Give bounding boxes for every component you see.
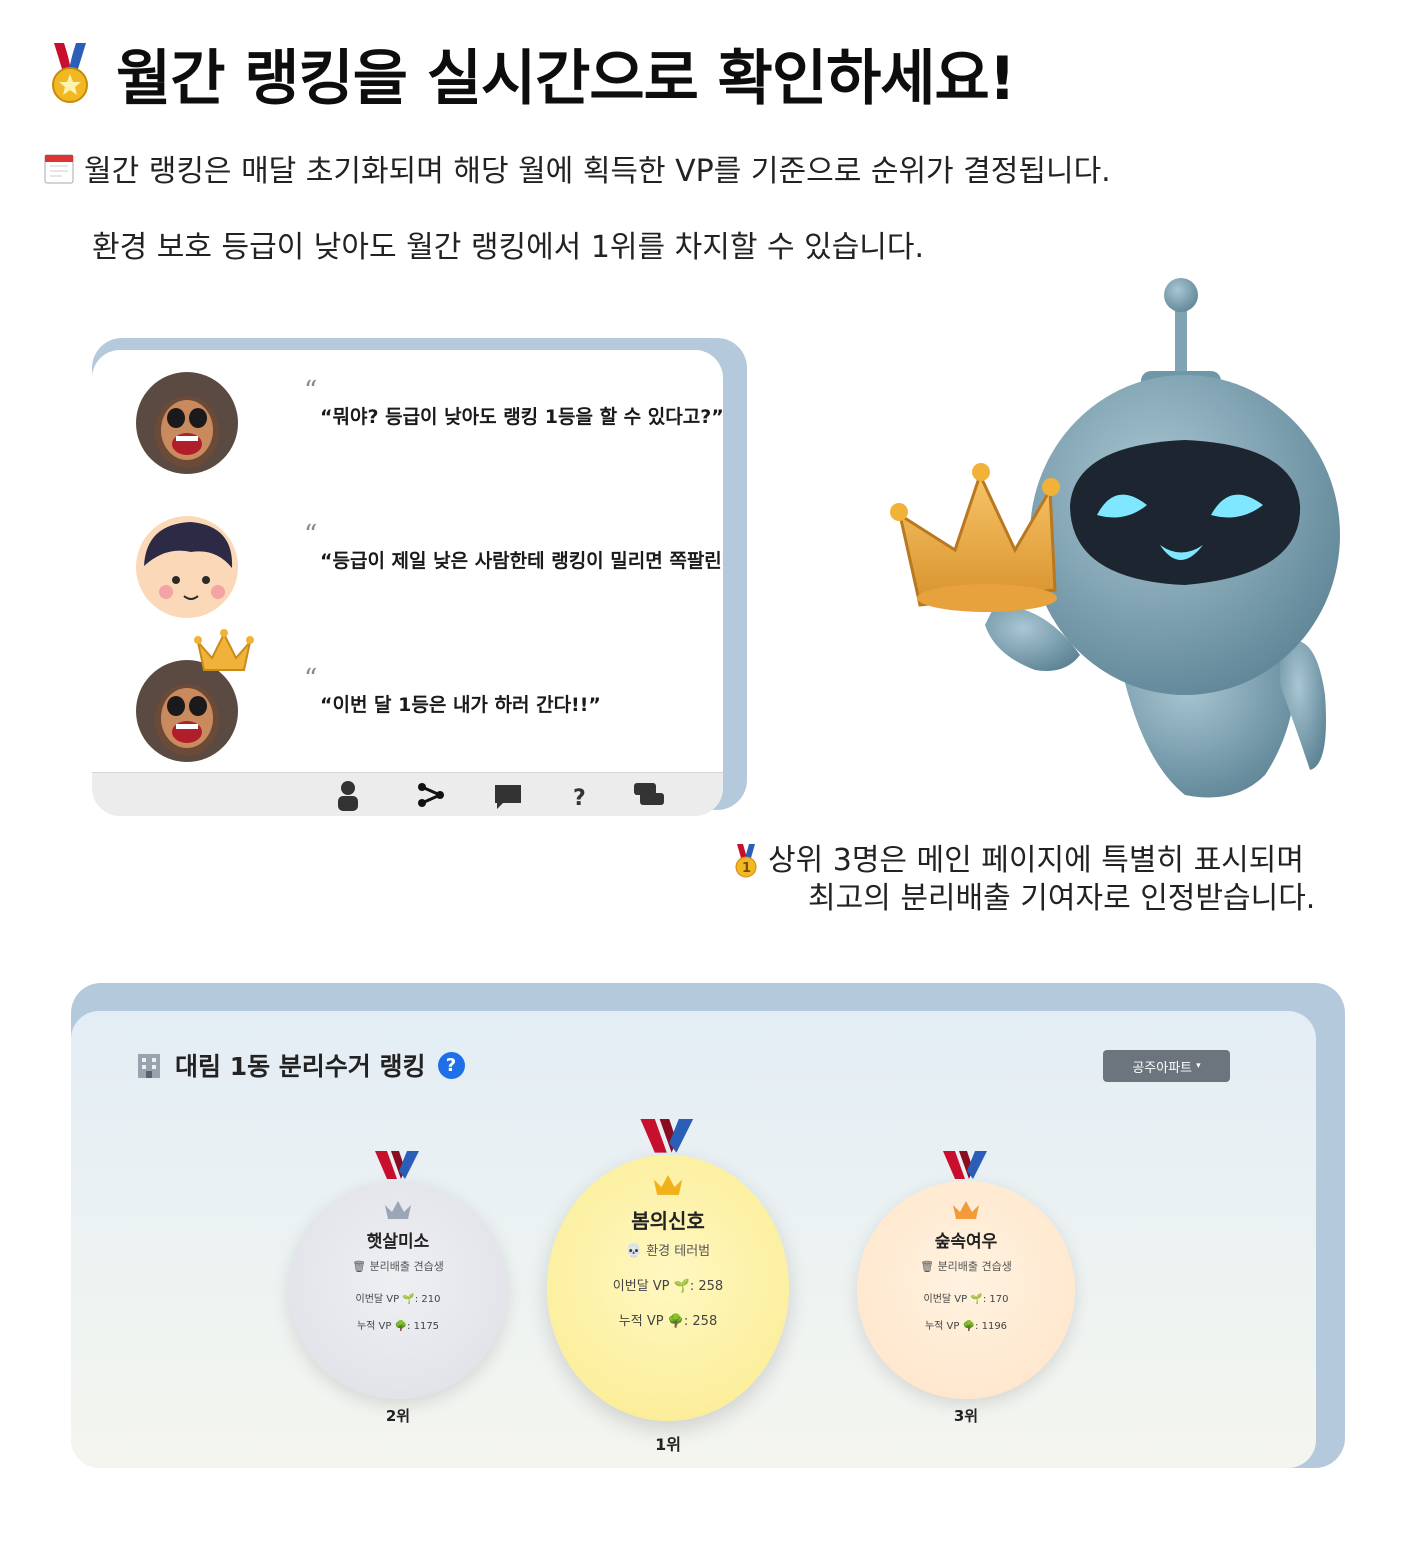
ribbon-icon [375,1151,419,1179]
messages-icon[interactable] [632,779,666,811]
rank-label: 1위 [655,1435,681,1454]
chat-message: “ “뭐야? 등급이 낮아도 랭킹 1등을 할 수 있다고?” [136,372,723,482]
ranking-title: 대림 1동 분리수거 랭킹 [175,1052,426,1081]
total-vp-label: 누적 VP [924,1321,960,1332]
hooded-avatar-icon [136,660,238,762]
user-title: 🗑 분리배출 견습생 [920,1260,1012,1273]
month-vp-value: 258 [698,1279,724,1294]
ribbon-icon [943,1151,987,1179]
first-place-medal-icon: 1 [735,844,757,878]
top3-note: 1 상위 3명은 메인 페이지에 특별히 표시되며 최고의 분리배출 기여자로 … [734,842,1315,918]
top3-note-line-1: 상위 3명은 메인 페이지에 특별히 표시되며 [768,843,1304,878]
crown-icon [194,629,254,671]
chat-message: “ “이번 달 1등은 내가 하러 간다!!” [136,629,716,770]
podium-first[interactable]: 봄의신호 💀 환경 테러범 이번달 VP 🌱: 258 누적 VP 🌳: 258… [547,1119,789,1459]
help-button[interactable]: ? [437,1051,465,1079]
avatar [136,372,238,474]
page-title-row: 월간 랭킹을 실시간으로 확인하세요! [48,30,1016,117]
quote-mark: “ [304,664,318,694]
ranking-header: 대림 1동 분리수거 랭킹 ? [135,1047,465,1083]
apartment-select[interactable]: 공주아파트 ▾ [1103,1050,1230,1082]
user-name: 햇살미소 [366,1232,430,1252]
chat-quote: “이번 달 1등은 내가 하러 간다!!” [320,694,601,716]
calendar-icon [44,154,74,184]
bronze-crown-icon [953,1201,979,1219]
user-name: 봄의신호 [631,1209,705,1233]
chat-quote: “뭐야? 등급이 낮아도 랭킹 1등을 할 수 있다고?” [320,406,723,428]
page-title: 월간 랭킹을 실시간으로 확인하세요! [116,44,1016,114]
svg-text:1: 1 [742,861,751,876]
podium-circle: 봄의신호 💀 환경 테러범 이번달 VP 🌱: 258 누적 VP 🌳: 258 [547,1155,789,1421]
podium-circle: 햇살미소 🗑 분리배출 견습생 이번달 VP 🌱: 210 누적 VP 🌳: 1… [289,1181,507,1399]
building-icon [138,1054,160,1078]
total-vp-label: 누적 VP [356,1321,392,1332]
ranking-panel: 대림 1동 분리수거 랭킹 ? 공주아파트 ▾ 햇살미소 🗑 분리배출 견습생 … [71,1011,1316,1468]
apartment-select-value: 공주아파트 [1132,1060,1193,1076]
medal-icon [52,42,88,103]
user-title: 🗑 분리배출 견습생 [352,1260,444,1273]
rank-label: 2위 [385,1407,411,1425]
chat-icon[interactable] [491,779,525,811]
month-vp: 이번달 VP 🌱: 210 [355,1294,441,1305]
chat-toolbar: ? [92,772,723,816]
silver-crown-icon [385,1201,411,1219]
caret-down-icon: ▾ [1196,1061,1201,1071]
quote-mark: “ [304,520,318,550]
ribbon-icon [640,1119,694,1153]
month-vp-label: 이번달 VP [612,1279,670,1294]
total-vp: 누적 VP 🌳: 258 [618,1314,718,1329]
podium-circle: 숲속여우 🗑 분리배출 견습생 이번달 VP 🌱: 170 누적 VP 🌳: 1… [857,1181,1075,1399]
robot-mascot-illustration [890,278,1340,798]
total-vp: 누적 VP 🌳: 1196 [924,1321,1008,1332]
person-icon[interactable] [331,779,365,811]
month-vp-label: 이번달 VP [923,1294,968,1305]
rank-label: 3위 [953,1407,979,1425]
gold-crown-icon [653,1175,683,1195]
avatar [136,660,238,762]
boy-avatar-icon [136,516,238,618]
question-icon[interactable]: ? [562,779,596,811]
intro-text-1: 월간 랭킹은 매달 초기화되며 해당 월에 획득한 VP를 기준으로 순위가 결… [84,154,1111,189]
user-name: 숲속여우 [934,1232,998,1252]
quote-mark: “ [304,376,318,406]
month-vp: 이번달 VP 🌱: 170 [923,1294,1009,1305]
month-vp-value: 170 [989,1294,1009,1305]
share-icon[interactable] [414,779,448,811]
user-title-text: 분리배출 견습생 [369,1260,444,1273]
chat-message: “ “등급이 제일 낮은 사람한테 랭킹이 밀리면 쪽팔린데..” [136,516,723,626]
chat-card: “ “뭐야? 등급이 낮아도 랭킹 1등을 할 수 있다고?” “ “등급이 제… [92,350,723,816]
user-title-text: 분리배출 견습생 [937,1260,1012,1273]
chat-quote: “등급이 제일 낮은 사람한테 랭킹이 밀리면 쪽팔린데..” [320,550,723,572]
top3-note-line-2: 최고의 분리배출 기여자로 인정받습니다. [808,881,1316,916]
total-vp-value: 1196 [981,1321,1008,1332]
intro-text-2: 환경 보호 등급이 낮아도 월간 랭킹에서 1위를 차지할 수 있습니다. [92,230,925,265]
intro-line-1: 월간 랭킹은 매달 초기화되며 해당 월에 획득한 VP를 기준으로 순위가 결… [44,146,1111,190]
svg-text:?: ? [573,786,586,811]
month-vp-value: 210 [421,1294,441,1305]
total-vp-value: 258 [692,1314,718,1329]
user-title: 💀 환경 테러범 [625,1244,711,1259]
avatar [136,516,238,618]
month-vp-label: 이번달 VP [355,1294,400,1305]
user-title-text: 환경 테러범 [646,1244,711,1259]
month-vp: 이번달 VP 🌱: 258 [612,1279,724,1294]
podium-second[interactable]: 햇살미소 🗑 분리배출 견습생 이번달 VP 🌱: 210 누적 VP 🌳: 1… [289,1151,507,1431]
total-vp-label: 누적 VP [618,1314,664,1329]
total-vp: 누적 VP 🌳: 1175 [356,1321,440,1332]
hooded-avatar-icon [136,372,238,474]
total-vp-value: 1175 [413,1321,440,1332]
podium-third[interactable]: 숲속여우 🗑 분리배출 견습생 이번달 VP 🌱: 170 누적 VP 🌳: 1… [857,1151,1075,1431]
